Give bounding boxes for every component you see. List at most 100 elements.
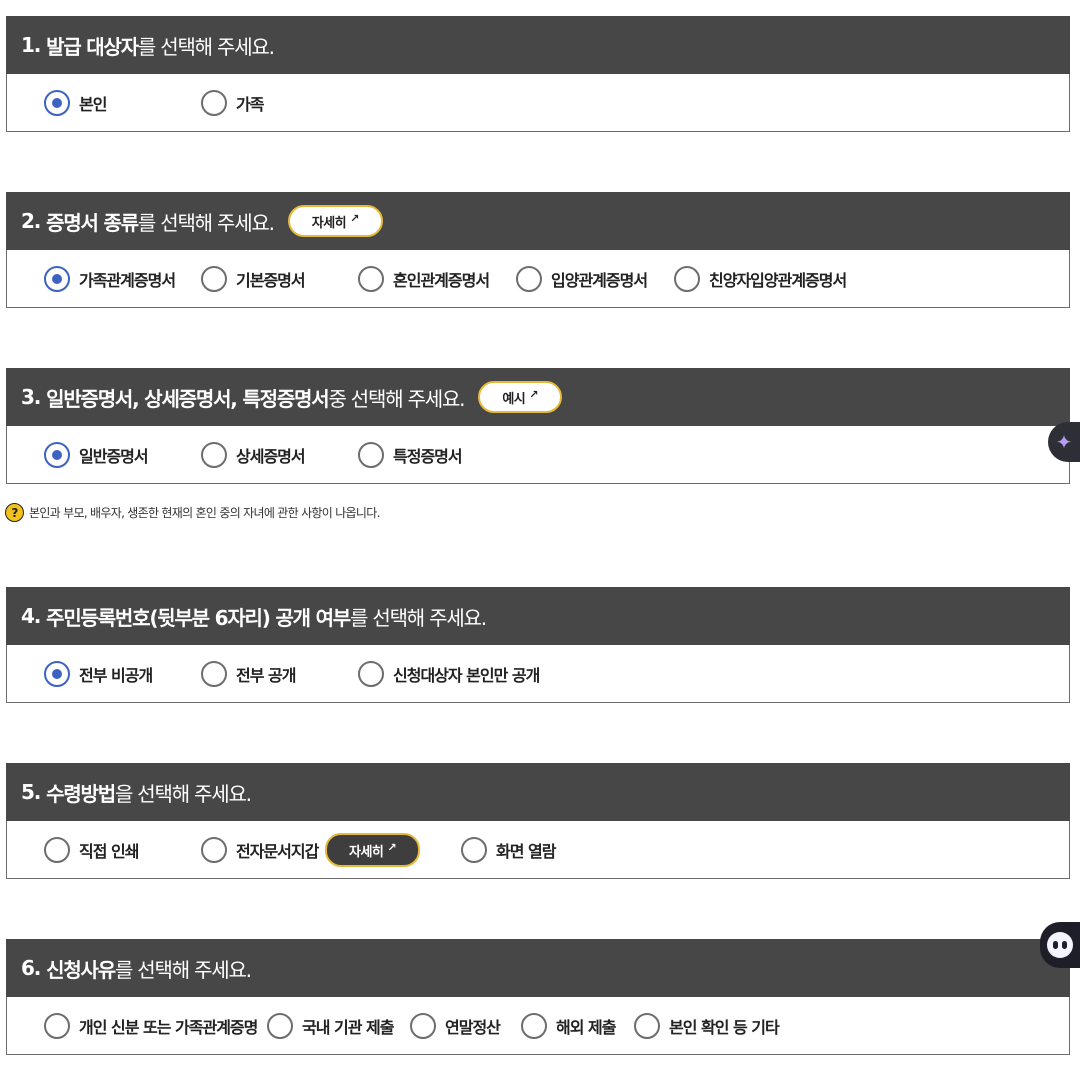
section-number: 4. xyxy=(21,604,41,628)
radio-button[interactable] xyxy=(521,1012,547,1039)
section-header: 6. 신청사유 를 선택해 주세요. xyxy=(6,939,1070,997)
info-notice: ? 본인과 부모, 배우자, 생존한 현재의 혼인 중의 자녀에 관한 사항이 … xyxy=(5,503,380,522)
example-button[interactable]: 예시 ↗ xyxy=(478,381,562,413)
radio-option-identity-proof[interactable]: 개인 신분 또는 가족관계증명 xyxy=(44,997,258,1054)
option-label: 개인 신분 또는 가족관계증명 xyxy=(79,1017,258,1037)
option-label: 혼인관계증명서 xyxy=(393,270,490,290)
section-title-rest: 중 선택해 주세요. xyxy=(328,386,465,411)
radio-option-all-public[interactable]: 전부 공개 xyxy=(201,645,296,702)
section-application-reason: 6. 신청사유 를 선택해 주세요. 개인 신분 또는 가족관계증명 국내 기관… xyxy=(6,939,1070,1055)
radio-option-general[interactable]: 일반증명서 xyxy=(44,426,149,483)
section-header: 3. 일반증명서, 상세증명서, 특정증명서 중 선택해 주세요. 예시 ↗ xyxy=(6,368,1070,426)
section-title-rest: 를 선택해 주세요. xyxy=(137,210,275,235)
radio-button[interactable] xyxy=(674,265,700,292)
option-row: 일반증명서 상세증명서 특정증명서 xyxy=(6,426,1070,484)
details-button-label: 자세히 xyxy=(311,215,347,231)
radio-button[interactable] xyxy=(461,836,487,863)
chatbot-button[interactable] xyxy=(1040,922,1080,968)
radio-button[interactable] xyxy=(267,1012,293,1039)
section-title-bold: 일반증명서, 상세증명서, 특정증명서 xyxy=(46,386,330,411)
radio-option-direct-print[interactable]: 직접 인쇄 xyxy=(44,821,139,878)
section-header: 2. 증명서 종류 를 선택해 주세요. 자세히 ↗ xyxy=(6,192,1070,250)
radio-button[interactable] xyxy=(44,1012,70,1039)
radio-option-adoption[interactable]: 입양관계증명서 xyxy=(516,250,648,307)
option-label: 신청대상자 본인만 공개 xyxy=(393,665,540,685)
option-label: 본인 xyxy=(79,94,107,114)
radio-button[interactable] xyxy=(410,1012,436,1039)
radio-option-domestic-submission[interactable]: 국내 기관 제출 xyxy=(267,997,394,1054)
radio-button-checked[interactable] xyxy=(44,265,70,292)
section-certificate-type: 2. 증명서 종류 를 선택해 주세요. 자세히 ↗ 가족관계증명서 기본증명서… xyxy=(6,192,1070,308)
radio-button[interactable] xyxy=(201,441,227,468)
radio-button[interactable] xyxy=(358,441,384,468)
section-title-rest: 를 선택해 주세요. xyxy=(137,34,275,59)
option-row: 전부 비공개 전부 공개 신청대상자 본인만 공개 xyxy=(6,645,1070,703)
radio-button-checked[interactable] xyxy=(44,441,70,468)
radio-option-year-end-tax[interactable]: 연말정산 xyxy=(410,997,501,1054)
chatbot-icon xyxy=(1047,932,1073,958)
radio-button[interactable] xyxy=(516,265,542,292)
option-row: 개인 신분 또는 가족관계증명 국내 기관 제출 연말정산 해외 제출 본인 확… xyxy=(6,997,1070,1055)
details-button[interactable]: 자세히 ↗ xyxy=(287,205,383,237)
radio-button[interactable] xyxy=(634,1012,660,1039)
option-row: 직접 인쇄 전자문서지갑 자세히 ↗ 화면 열람 xyxy=(6,821,1070,879)
example-button-label: 예시 xyxy=(502,391,526,407)
option-label: 본인 확인 등 기타 xyxy=(669,1017,780,1037)
option-row: 가족관계증명서 기본증명서 혼인관계증명서 입양관계증명서 친양자입양관계증명서 xyxy=(6,250,1070,308)
radio-option-screen-view[interactable]: 화면 열람 xyxy=(461,821,556,878)
section-number: 2. xyxy=(21,209,41,233)
section-title-bold: 신청사유 xyxy=(46,957,116,982)
option-row: 본인 가족 xyxy=(6,74,1070,132)
radio-option-family-relation[interactable]: 가족관계증명서 xyxy=(44,250,176,307)
radio-option-full-adoption[interactable]: 친양자입양관계증명서 xyxy=(674,250,847,307)
question-icon: ? xyxy=(5,503,24,522)
section-title-rest: 을 선택해 주세요. xyxy=(114,781,252,806)
option-label: 입양관계증명서 xyxy=(551,270,648,290)
certificate-application-form: 1. 발급 대상자 를 선택해 주세요. 본인 가족 2. 증명서 종류 를 선… xyxy=(0,0,1080,1080)
section-number: 5. xyxy=(21,780,41,804)
option-label: 화면 열람 xyxy=(496,841,556,861)
radio-button-checked[interactable] xyxy=(44,660,70,687)
section-issue-target: 1. 발급 대상자 를 선택해 주세요. 본인 가족 xyxy=(6,16,1070,132)
radio-option-other[interactable]: 본인 확인 등 기타 xyxy=(634,997,780,1054)
radio-option-applicant-only-public[interactable]: 신청대상자 본인만 공개 xyxy=(358,645,540,702)
section-header: 4. 주민등록번호(뒷부분 6자리) 공개 여부 를 선택해 주세요. xyxy=(6,587,1070,645)
section-title-bold: 주민등록번호(뒷부분 6자리) 공개 여부 xyxy=(46,605,351,630)
radio-option-detailed[interactable]: 상세증명서 xyxy=(201,426,306,483)
radio-option-self[interactable]: 본인 xyxy=(44,74,107,131)
section-number: 3. xyxy=(21,385,41,409)
radio-button[interactable] xyxy=(358,660,384,687)
radio-button[interactable] xyxy=(201,265,227,292)
radio-button[interactable] xyxy=(358,265,384,292)
section-certificate-detail: 3. 일반증명서, 상세증명서, 특정증명서 중 선택해 주세요. 예시 ↗ 일… xyxy=(6,368,1070,484)
option-label: 전부 비공개 xyxy=(79,665,153,685)
external-link-icon: ↗ xyxy=(350,211,359,225)
sparkle-icon: ✦ xyxy=(1055,430,1073,454)
section-title-rest: 를 선택해 주세요. xyxy=(114,957,252,982)
radio-option-overseas-submission[interactable]: 해외 제출 xyxy=(521,997,616,1054)
option-label: 일반증명서 xyxy=(79,446,149,466)
radio-option-marriage[interactable]: 혼인관계증명서 xyxy=(358,250,490,307)
ai-assistant-button[interactable]: ✦ xyxy=(1048,422,1080,462)
section-title-bold: 증명서 종류 xyxy=(46,210,139,235)
radio-button[interactable] xyxy=(201,836,227,863)
section-header: 1. 발급 대상자 를 선택해 주세요. xyxy=(6,16,1070,74)
radio-option-all-private[interactable]: 전부 비공개 xyxy=(44,645,153,702)
option-label: 연말정산 xyxy=(445,1017,501,1037)
radio-option-basic[interactable]: 기본증명서 xyxy=(201,250,306,307)
e-wallet-details-button[interactable]: 자세히 ↗ xyxy=(325,833,421,867)
radio-option-specific[interactable]: 특정증명서 xyxy=(358,426,463,483)
section-number: 6. xyxy=(21,956,41,980)
details-button-label: 자세히 xyxy=(349,844,384,860)
radio-button[interactable] xyxy=(201,660,227,687)
radio-option-e-wallet[interactable]: 전자문서지갑 xyxy=(201,821,319,878)
option-label: 기본증명서 xyxy=(236,270,306,290)
section-number: 1. xyxy=(21,33,41,57)
radio-button[interactable] xyxy=(44,836,70,863)
radio-button-checked[interactable] xyxy=(44,89,70,116)
option-label: 직접 인쇄 xyxy=(79,841,139,861)
radio-button[interactable] xyxy=(201,89,227,116)
option-label: 가족 xyxy=(236,94,264,114)
option-label: 특정증명서 xyxy=(393,446,463,466)
radio-option-family[interactable]: 가족 xyxy=(201,74,264,131)
